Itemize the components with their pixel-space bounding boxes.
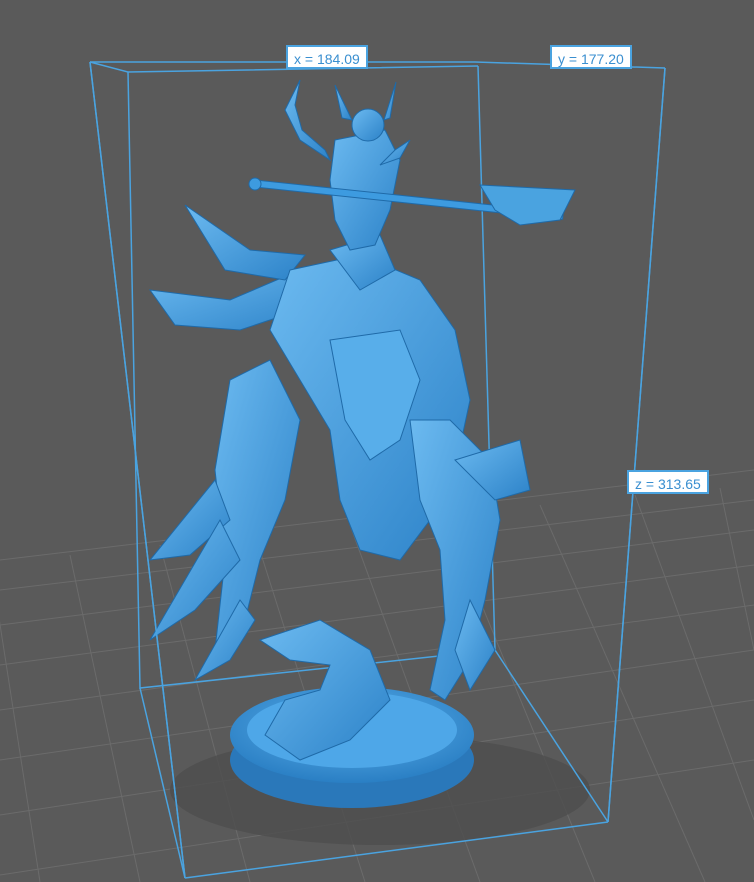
dimension-y-label: y = 177.20 [550, 45, 632, 69]
3d-viewport[interactable] [0, 0, 754, 882]
dimension-x-label: x = 184.09 [286, 45, 368, 69]
dimension-z-label: z = 313.65 [627, 470, 709, 494]
